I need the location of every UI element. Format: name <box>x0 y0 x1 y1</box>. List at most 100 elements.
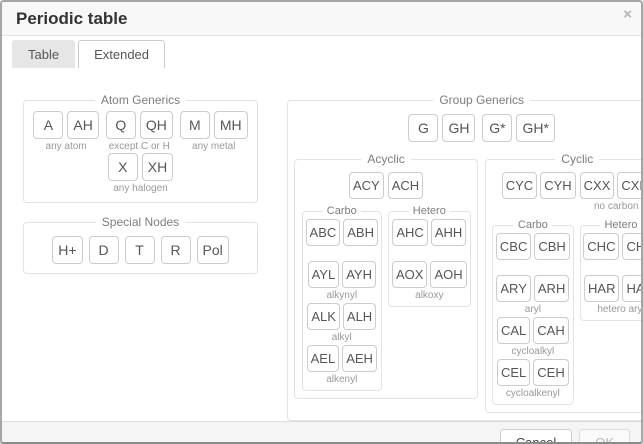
button-cal[interactable]: CAL <box>497 317 530 344</box>
any-halogen-group: X XH any halogen <box>108 153 173 195</box>
button-ayl[interactable]: AYL <box>308 261 340 288</box>
button-har[interactable]: HAR <box>584 275 619 302</box>
caption-except-c-or-h: except C or H <box>109 140 170 153</box>
button-gh-star[interactable]: GH* <box>516 114 554 142</box>
acyclic-carbo-section: Carbo ABC ABH <box>302 205 382 391</box>
cyclic-hetero-section: Hetero CHC CHH <box>580 219 643 321</box>
button-aeh[interactable]: AEH <box>342 345 377 372</box>
tab-extended[interactable]: Extended <box>78 40 165 68</box>
button-g-star[interactable]: G* <box>482 114 512 142</box>
group-generics-section: Group Generics G GH G* GH* Acyclic <box>287 93 643 421</box>
acyclic-carbo-legend: Carbo <box>323 205 361 217</box>
button-cyc[interactable]: CYC <box>502 172 537 199</box>
button-gh[interactable]: GH <box>442 114 475 142</box>
acyclic-row: ACY ACH <box>301 172 471 199</box>
button-a[interactable]: A <box>33 111 63 139</box>
button-aox[interactable]: AOX <box>392 261 427 288</box>
button-acy[interactable]: ACY <box>349 172 384 199</box>
cyclic-carbo-section: Carbo CBC CBH <box>492 219 573 405</box>
cyclic-row: CYC CYH CXX CXH no carbon <box>492 172 643 213</box>
atom-generics-section: Atom Generics A AH any atom Q QH <box>23 93 258 203</box>
button-t[interactable]: T <box>125 236 155 264</box>
dialog-title: Periodic table <box>16 9 127 28</box>
caption-no-carbon: no carbon <box>594 200 638 213</box>
button-chc[interactable]: CHC <box>583 233 619 260</box>
button-pol[interactable]: Pol <box>197 236 229 264</box>
button-cel[interactable]: CEL <box>497 359 530 386</box>
button-d[interactable]: D <box>89 236 119 264</box>
button-aoh[interactable]: AOH <box>430 261 466 288</box>
button-r[interactable]: R <box>161 236 191 264</box>
button-cbh[interactable]: CBH <box>534 233 569 260</box>
atom-generics-legend: Atom Generics <box>95 93 186 107</box>
cancel-button[interactable]: Cancel <box>500 429 572 444</box>
button-q[interactable]: Q <box>106 111 136 139</box>
group-generics-row: G GH G* GH* <box>294 114 643 142</box>
caption-cycloalkenyl: cycloalkenyl <box>506 387 560 400</box>
button-ayh[interactable]: AYH <box>342 261 376 288</box>
any-atom-group: A AH any atom <box>33 111 98 153</box>
special-nodes-legend: Special Nodes <box>96 215 185 229</box>
button-xh[interactable]: XH <box>142 153 173 181</box>
special-nodes-row: H+ D T R Pol <box>30 233 251 266</box>
acyclic-hetero-legend: Hetero <box>409 205 450 217</box>
caption-any-metal: any metal <box>192 140 235 153</box>
button-alk[interactable]: ALK <box>307 303 340 330</box>
button-mh[interactable]: MH <box>214 111 248 139</box>
right-column: Group Generics G GH G* GH* Acyclic <box>287 93 643 421</box>
caption-any-halogen: any halogen <box>113 182 168 195</box>
button-m[interactable]: M <box>180 111 210 139</box>
cyclic-hetero-legend: Hetero <box>600 219 641 231</box>
acyclic-legend: Acyclic <box>361 152 410 166</box>
acyclic-section: Acyclic ACY ACH Carbo <box>294 152 478 399</box>
group-generics-legend: Group Generics <box>433 93 530 107</box>
cyclic-carbo-legend: Carbo <box>514 219 552 231</box>
dialog-header: Periodic table × <box>2 2 641 36</box>
button-ahh[interactable]: AHH <box>431 219 466 246</box>
button-g[interactable]: G <box>408 114 438 142</box>
caption-alkenyl: alkenyl <box>326 373 357 386</box>
tab-table[interactable]: Table <box>12 40 75 68</box>
acyclic-hetero-section: Hetero AHC AHH <box>388 205 471 307</box>
button-x[interactable]: X <box>108 153 138 181</box>
button-abh[interactable]: ABH <box>343 219 378 246</box>
button-ael[interactable]: AEL <box>307 345 340 372</box>
button-qh[interactable]: QH <box>140 111 173 139</box>
caption-cycloalkyl: cycloalkyl <box>511 345 554 358</box>
button-ahc[interactable]: AHC <box>392 219 427 246</box>
button-cxx[interactable]: CXX <box>580 172 615 199</box>
cyclic-legend: Cyclic <box>555 152 599 166</box>
dialog-footer: Cancel OK <box>2 421 641 444</box>
special-nodes-section: Special Nodes H+ D T R Pol <box>23 215 258 274</box>
left-column: Atom Generics A AH any atom Q QH <box>23 93 258 274</box>
button-ach[interactable]: ACH <box>388 172 423 199</box>
periodic-table-dialog: Periodic table × Table Extended Atom Gen… <box>0 0 643 444</box>
dialog-body: Atom Generics A AH any atom Q QH <box>2 68 641 421</box>
ok-button[interactable]: OK <box>579 429 630 444</box>
button-ceh[interactable]: CEH <box>533 359 568 386</box>
button-ary[interactable]: ARY <box>496 275 531 302</box>
atom-generics-row-1: A AH any atom Q QH except C or H <box>30 111 251 153</box>
except-c-h-group: Q QH except C or H <box>106 111 173 153</box>
any-metal-group: M MH any metal <box>180 111 248 153</box>
button-ah[interactable]: AH <box>67 111 98 139</box>
cyclic-section: Cyclic CYC CYH CXX <box>485 152 643 413</box>
button-cyh[interactable]: CYH <box>540 172 575 199</box>
button-arh[interactable]: ARH <box>534 275 569 302</box>
button-hah[interactable]: HAH <box>622 275 643 302</box>
button-alh[interactable]: ALH <box>343 303 376 330</box>
caption-alkoxy: alkoxy <box>415 289 443 302</box>
button-cah[interactable]: CAH <box>533 317 568 344</box>
caption-any-atom: any atom <box>46 140 87 153</box>
button-cbc[interactable]: CBC <box>496 233 531 260</box>
close-icon[interactable]: × <box>623 7 632 22</box>
button-abc[interactable]: ABC <box>306 219 341 246</box>
caption-alkyl: alkyl <box>332 331 352 344</box>
caption-hetero-aryl: hetero aryl <box>597 303 643 316</box>
button-chh[interactable]: CHH <box>622 233 643 260</box>
button-cxh[interactable]: CXH <box>617 172 643 199</box>
tab-bar: Table Extended <box>2 36 641 68</box>
caption-aryl: aryl <box>525 303 541 316</box>
caption-alkynyl: alkynyl <box>326 289 357 302</box>
button-h-plus[interactable]: H+ <box>52 236 82 264</box>
